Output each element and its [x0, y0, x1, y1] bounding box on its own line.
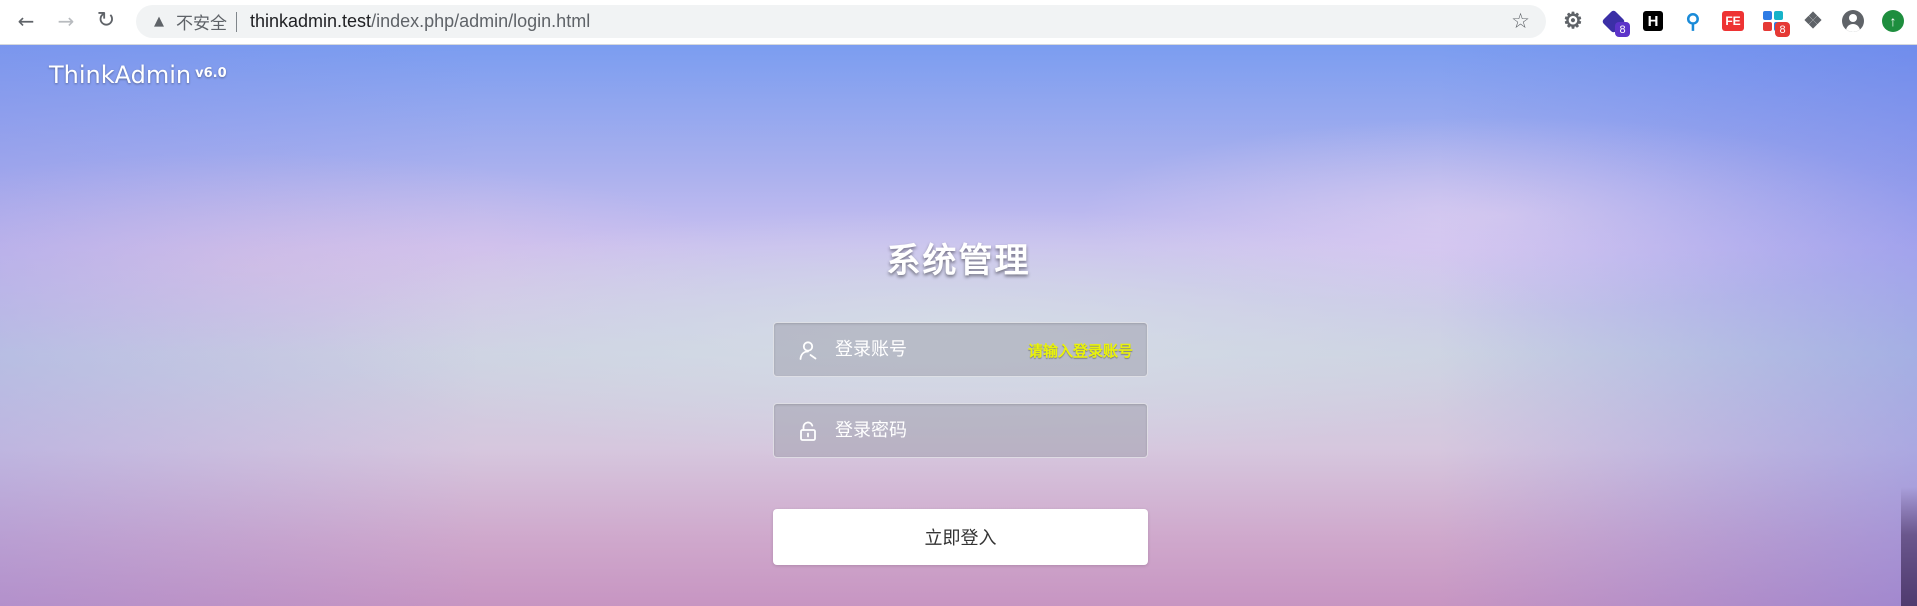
login-submit-button[interactable]: 立即登入 — [773, 509, 1148, 565]
security-status[interactable]: 不安全 — [176, 9, 227, 34]
pin-extension-icon[interactable]: ⚲ — [1680, 8, 1706, 34]
update-shape: ↑ — [1882, 10, 1904, 32]
extension-badge: 8 — [1615, 22, 1630, 37]
extension-badge: 8 — [1775, 22, 1790, 37]
browser-toolbar: ← → ↻ ▲ 不安全 thinkadmin.test/index.php/ad… — [0, 0, 1917, 45]
user-icon — [797, 339, 819, 361]
login-page: ThinkAdminv6.0 系统管理 请输入登录账号 立即登入 — [0, 45, 1917, 606]
settings-extension-icon[interactable]: ⚙ — [1560, 8, 1586, 34]
url-host: thinkadmin.test — [250, 11, 372, 31]
warning-icon[interactable]: ▲ — [150, 13, 168, 31]
fe-extension-icon[interactable]: FE — [1720, 8, 1746, 34]
brand-logo: ThinkAdmin v6.0 — [49, 61, 227, 89]
update-arrow-icon[interactable]: ↑ — [1880, 8, 1906, 34]
h-extension-glyph: H — [1643, 11, 1663, 31]
forward-arrow-icon[interactable]: → — [51, 6, 81, 36]
url-text[interactable]: thinkadmin.test/index.php/admin/login.ht… — [250, 11, 590, 32]
username-field[interactable]: 请输入登录账号 — [773, 322, 1148, 377]
password-input[interactable] — [833, 404, 1147, 457]
url-path: /index.php/admin/login.html — [371, 11, 591, 31]
unlock-icon — [797, 420, 819, 442]
brand-version: v6.0 — [195, 65, 227, 81]
fe-extension-glyph: FE — [1722, 11, 1744, 31]
username-error-message: 请输入登录账号 — [1027, 342, 1133, 360]
grid-extension-icon[interactable]: 8 — [1760, 8, 1790, 37]
password-field[interactable] — [773, 403, 1148, 458]
address-separator — [236, 11, 237, 32]
brand-name: ThinkAdmin — [49, 61, 192, 89]
puzzle-extensions-icon[interactable]: ❖ — [1800, 8, 1826, 34]
reload-icon[interactable]: ↻ — [91, 6, 121, 36]
background-building — [1901, 487, 1917, 606]
bookmark-star-icon[interactable]: ☆ — [1511, 9, 1530, 33]
account-avatar-icon[interactable] — [1840, 8, 1866, 34]
cube-extension-icon[interactable]: 8 — [1600, 8, 1630, 37]
h-extension-icon[interactable]: H — [1640, 8, 1666, 34]
address-bar[interactable]: ▲ 不安全 thinkadmin.test/index.php/admin/lo… — [136, 5, 1546, 38]
avatar-shape — [1842, 10, 1864, 32]
page-title: 系统管理 — [886, 241, 1031, 281]
back-arrow-icon[interactable]: ← — [11, 6, 41, 36]
